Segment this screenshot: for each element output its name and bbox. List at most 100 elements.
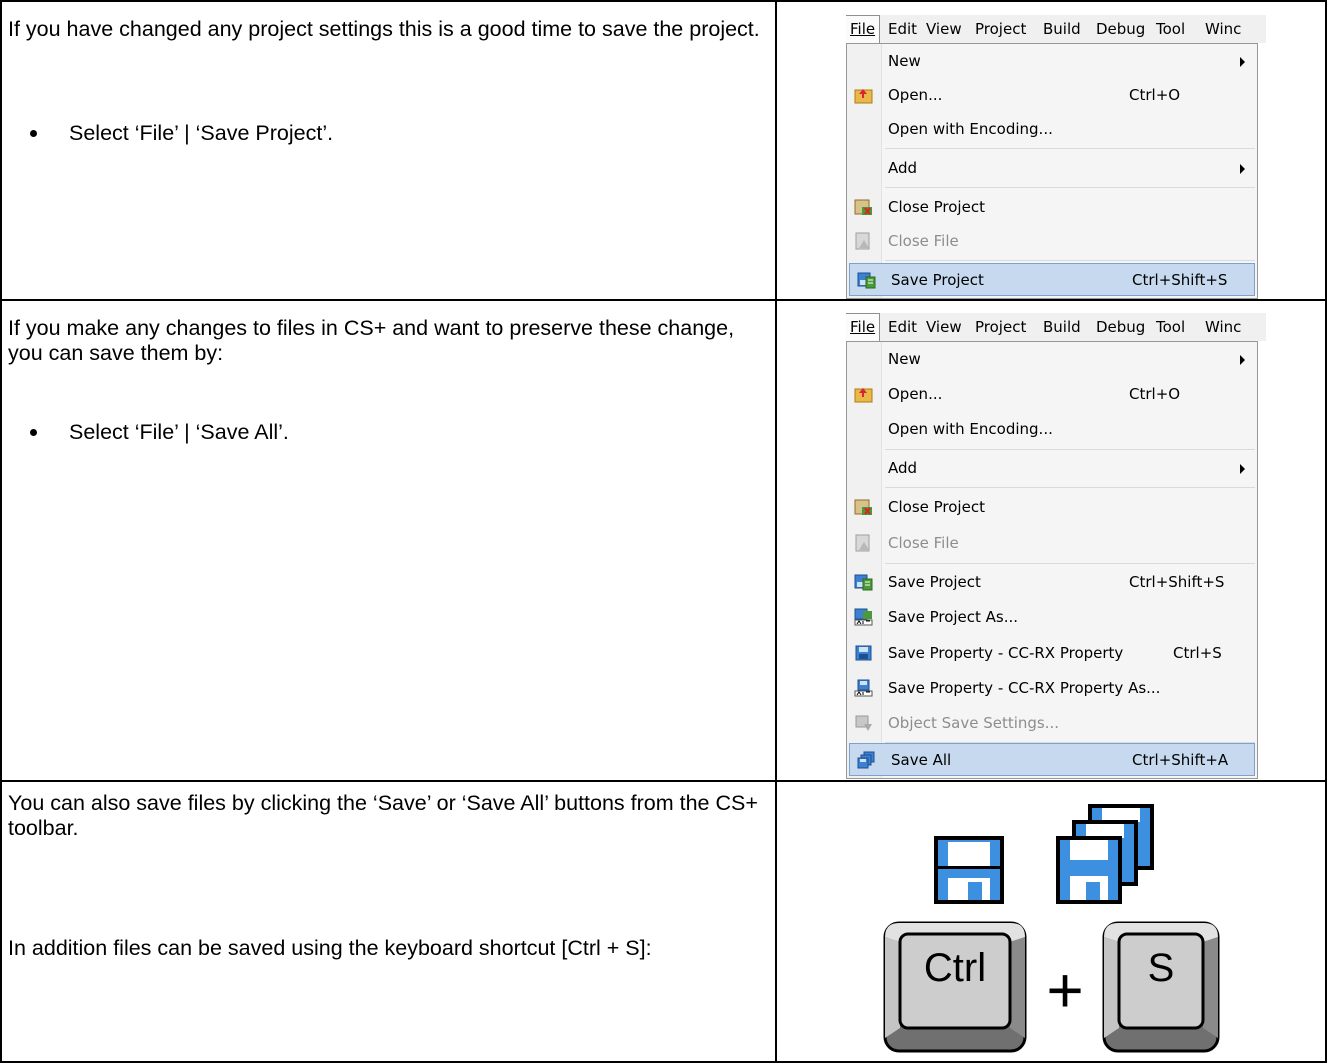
floppy-save-as-icon xyxy=(854,679,873,697)
menu-edit[interactable]: Edit xyxy=(888,318,917,336)
row3-text-1: You can also save files by clicking the … xyxy=(8,791,768,841)
menu-debug[interactable]: Debug xyxy=(1096,318,1145,336)
menu-item-label: Save Property - CC-RX Property As... xyxy=(888,679,1161,697)
bullet-dot xyxy=(30,130,37,137)
menu-item-label: New xyxy=(888,350,921,368)
column-divider xyxy=(775,0,777,1063)
save-project-as-icon xyxy=(854,608,873,626)
open-folder-icon xyxy=(854,89,873,104)
menu-item-shortcut: Ctrl+O xyxy=(1129,86,1181,104)
menu-bar: File Edit View Project Build Debug Tool … xyxy=(846,15,1266,43)
menu-item-shortcut: Ctrl+S xyxy=(1173,644,1222,662)
menu-item-open[interactable]: Open... Ctrl+O xyxy=(847,378,1257,411)
menu-item-save-project[interactable]: Save Project Ctrl+Shift+S xyxy=(847,566,1257,599)
menu-item-close-project[interactable]: Close Project xyxy=(847,491,1257,524)
menu-item-shortcut: Ctrl+Shift+S xyxy=(1129,573,1225,591)
file-dropdown: New Open... Ctrl+O Open with Encoding...… xyxy=(846,341,1258,779)
menu-separator xyxy=(885,487,1255,488)
submenu-arrow-icon xyxy=(1240,464,1245,474)
menu-item-close-file[interactable]: Close File xyxy=(847,225,1257,258)
menu-item-label: Close Project xyxy=(888,198,985,216)
menu-separator xyxy=(885,563,1255,564)
menu-item-add[interactable]: Add xyxy=(847,452,1257,485)
row2-paragraph: If you make any changes to files in CS+ … xyxy=(8,316,735,365)
menu-item-label: Open with Encoding... xyxy=(888,120,1053,138)
save-project-icon xyxy=(857,272,876,289)
menu-view[interactable]: View xyxy=(926,20,962,38)
menu-item-save-property[interactable]: Save Property - CC-RX Property Ctrl+S xyxy=(847,637,1257,670)
menu-item-object-save-settings[interactable]: Object Save Settings... xyxy=(847,707,1257,740)
file-menu-screenshot-2: File Edit View Project Build Debug Tool … xyxy=(846,313,1266,779)
menu-window[interactable]: Winc xyxy=(1205,20,1241,38)
object-save-settings-icon xyxy=(855,715,872,731)
save-all-toolbar-icon[interactable] xyxy=(1056,804,1154,904)
menu-item-open[interactable]: Open... Ctrl+O xyxy=(847,79,1257,112)
menu-debug[interactable]: Debug xyxy=(1096,20,1145,38)
close-project-icon xyxy=(854,199,872,215)
menu-item-shortcut: Ctrl+O xyxy=(1129,385,1181,403)
save-all-icon xyxy=(857,751,875,769)
bullet-dot xyxy=(30,429,37,436)
submenu-arrow-icon xyxy=(1240,164,1245,174)
row3-paragraph-2: In addition files can be saved using the… xyxy=(8,936,652,960)
menu-item-label: Open with Encoding... xyxy=(888,420,1053,438)
menu-item-save-project-as[interactable]: Save Project As... xyxy=(847,601,1257,634)
menu-file[interactable]: File xyxy=(846,313,881,341)
floppy-save-icon xyxy=(855,645,872,661)
save-toolbar-icon[interactable] xyxy=(934,836,1004,904)
menu-file[interactable]: File xyxy=(846,15,881,43)
menu-item-label: Close File xyxy=(888,232,959,250)
table-border-left xyxy=(0,0,2,1063)
menu-item-label: Object Save Settings... xyxy=(888,714,1060,732)
menu-item-label: Close File xyxy=(888,534,959,552)
row2-bullet-text: Select ‘File’ | ‘Save All’. xyxy=(69,420,289,444)
row2-text: If you make any changes to files in CS+ … xyxy=(8,316,768,366)
menu-item-label: Save Project xyxy=(891,271,984,289)
close-project-icon xyxy=(854,499,872,515)
menu-project[interactable]: Project xyxy=(975,318,1026,336)
menu-item-new[interactable]: New xyxy=(847,45,1257,78)
file-menu-screenshot-1: File Edit View Project Build Debug Tool … xyxy=(846,15,1266,299)
menu-item-label: Add xyxy=(888,159,918,177)
menu-item-save-all[interactable]: Save All Ctrl+Shift+A xyxy=(849,743,1255,776)
menu-bar: File Edit View Project Build Debug Tool … xyxy=(846,313,1266,341)
menu-build[interactable]: Build xyxy=(1043,20,1081,38)
menu-item-save-property-as[interactable]: Save Property - CC-RX Property As... xyxy=(847,672,1257,705)
menu-item-label: Add xyxy=(888,459,918,477)
save-project-icon xyxy=(854,574,873,591)
menu-tool[interactable]: Tool xyxy=(1156,20,1185,38)
close-file-icon xyxy=(855,534,870,552)
menu-separator xyxy=(885,148,1255,149)
menu-item-close-project[interactable]: Close Project xyxy=(847,191,1257,224)
menu-edit[interactable]: Edit xyxy=(888,20,917,38)
menu-item-label: Save Project As... xyxy=(888,608,1019,626)
menu-window[interactable]: Winc xyxy=(1205,318,1241,336)
menu-item-open-with-encoding[interactable]: Open with Encoding... xyxy=(847,113,1257,146)
row1-text: If you have changed any project settings… xyxy=(8,17,768,42)
menu-item-close-file[interactable]: Close File xyxy=(847,527,1257,560)
menu-item-label: Open... xyxy=(888,385,943,403)
row3-paragraph-1: You can also save files by clicking the … xyxy=(8,791,758,840)
menu-item-label: Save All xyxy=(891,751,952,769)
menu-item-add[interactable]: Add xyxy=(847,152,1257,185)
menu-tool[interactable]: Tool xyxy=(1156,318,1185,336)
menu-item-save-project[interactable]: Save Project Ctrl+Shift+S xyxy=(849,263,1255,296)
menu-item-new[interactable]: New xyxy=(847,343,1257,376)
menu-item-shortcut: Ctrl+Shift+A xyxy=(1132,751,1229,769)
row1-bullet-text: Select ‘File’ | ‘Save Project’. xyxy=(69,121,334,145)
menu-item-label: Save Property - CC-RX Property xyxy=(888,644,1124,662)
row-divider-1 xyxy=(0,299,1327,301)
menu-item-open-with-encoding[interactable]: Open with Encoding... xyxy=(847,413,1257,446)
menu-view[interactable]: View xyxy=(926,318,962,336)
row-divider-2 xyxy=(0,780,1327,782)
plus-sign: + xyxy=(1046,954,1084,1026)
ctrl-key-label: Ctrl xyxy=(923,946,987,990)
keyboard-shortcut-graphic: Ctrl + S xyxy=(882,920,1222,1056)
file-dropdown: New Open... Ctrl+O Open with Encoding...… xyxy=(846,43,1258,299)
close-file-icon xyxy=(855,232,870,250)
menu-build[interactable]: Build xyxy=(1043,318,1081,336)
row1-paragraph: If you have changed any project settings… xyxy=(8,17,760,41)
row3-text-2: In addition files can be saved using the… xyxy=(8,936,768,961)
menu-item-label: Open... xyxy=(888,86,943,104)
menu-project[interactable]: Project xyxy=(975,20,1026,38)
